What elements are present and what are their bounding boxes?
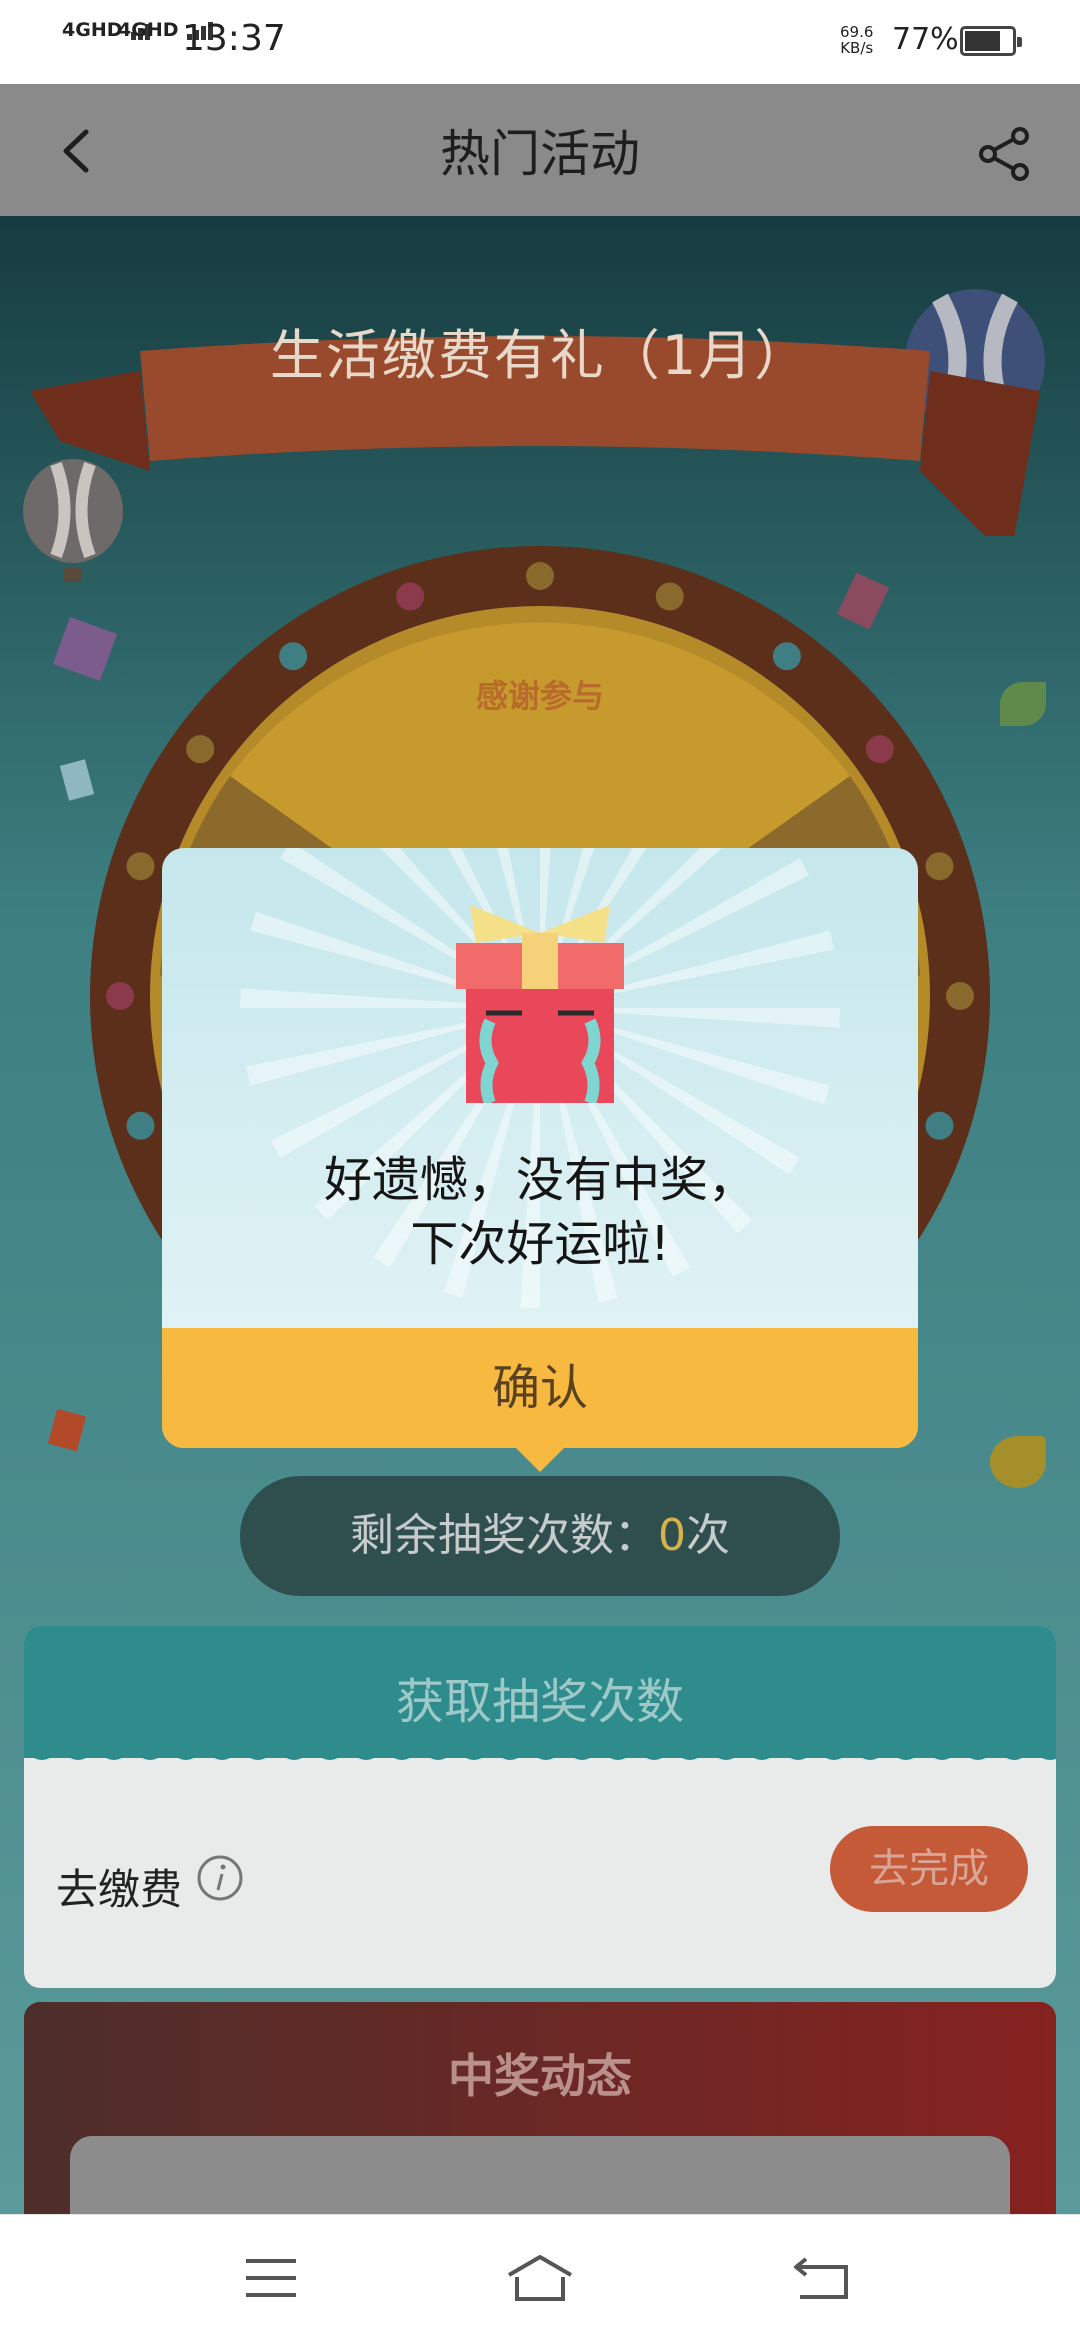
clock: 13:37 bbox=[182, 18, 286, 59]
remaining-draws-label: 剩余抽奖次数： bbox=[350, 1510, 658, 1561]
home-icon[interactable] bbox=[505, 2253, 575, 2303]
battery-tip bbox=[1017, 37, 1022, 47]
battery-percent: 77% bbox=[892, 22, 959, 57]
wheel-light bbox=[925, 1111, 954, 1140]
wheel-segment-label: 感谢参与 bbox=[475, 677, 604, 715]
wheel-light bbox=[106, 982, 134, 1010]
network-speed-value: 69.6 bbox=[840, 23, 874, 41]
wheel-light bbox=[772, 642, 801, 671]
network-type-label: 4GHD bbox=[62, 19, 123, 41]
wheel-light bbox=[126, 852, 155, 881]
page-title: 热门活动 bbox=[440, 125, 640, 183]
result-message: 好遗憾，没有中奖， 下次好运啦! bbox=[162, 1148, 918, 1276]
wheel-light bbox=[865, 735, 894, 764]
app-header: 热门活动 bbox=[0, 84, 1080, 216]
remaining-draws: 剩余抽奖次数：0次 bbox=[240, 1476, 840, 1596]
get-draws-card: 获取抽奖次数 去缴费 去完成 bbox=[24, 1626, 1056, 1988]
lottery-result-dialog: 好遗憾，没有中奖， 下次好运啦! 确认 bbox=[162, 848, 918, 1448]
share-icon[interactable] bbox=[974, 124, 1034, 184]
network-type-label: 4GHD bbox=[118, 19, 179, 41]
wheel-light bbox=[126, 1111, 155, 1140]
get-draws-title: 获取抽奖次数 bbox=[395, 1674, 684, 1730]
wheel-light bbox=[655, 582, 684, 611]
info-icon[interactable] bbox=[196, 1854, 244, 1902]
system-nav-bar bbox=[0, 2214, 1080, 2340]
confetti-decoration bbox=[1000, 682, 1046, 726]
result-message-line1: 好遗憾，没有中奖， bbox=[323, 1152, 756, 1208]
activity-title: 生活缴费有礼（1月） bbox=[269, 324, 811, 387]
result-message-line2: 下次好运啦! bbox=[410, 1216, 670, 1272]
wheel-light bbox=[186, 735, 215, 764]
scallop-edge-decoration bbox=[26, 1744, 1056, 1760]
status-bar: 4GHD 4GHD 13:37 69.6 KB/s 77% bbox=[0, 0, 1080, 84]
menu-icon[interactable] bbox=[236, 2253, 306, 2303]
wheel-light bbox=[396, 582, 425, 611]
crying-gift-icon bbox=[456, 905, 624, 1103]
wheel-light bbox=[925, 852, 954, 881]
remaining-draws-unit: 次 bbox=[686, 1510, 730, 1561]
network-speed: 69.6 KB/s bbox=[840, 24, 873, 56]
remaining-draws-count: 0 bbox=[658, 1510, 686, 1561]
wheel-light bbox=[946, 982, 974, 1010]
winners-feed-title: 中奖动态 bbox=[448, 2049, 632, 2103]
confetti-decoration bbox=[990, 1436, 1046, 1488]
wheel-light bbox=[279, 642, 308, 671]
battery-icon bbox=[960, 26, 1022, 56]
network-speed-unit: KB/s bbox=[840, 39, 874, 57]
pay-bill-task-label: 去缴费 bbox=[56, 1865, 183, 1914]
winners-feed-card: 中奖动态 bbox=[24, 2002, 1056, 2214]
complete-task-button[interactable]: 去完成 bbox=[830, 1826, 1028, 1912]
battery-fill bbox=[965, 31, 1000, 51]
winners-feed-list bbox=[70, 2136, 1010, 2214]
back-arrow-icon[interactable] bbox=[790, 2253, 860, 2303]
dialog-pointer-decoration bbox=[516, 1448, 564, 1472]
confirm-button[interactable]: 确认 bbox=[162, 1328, 918, 1448]
wheel-light bbox=[526, 562, 554, 590]
